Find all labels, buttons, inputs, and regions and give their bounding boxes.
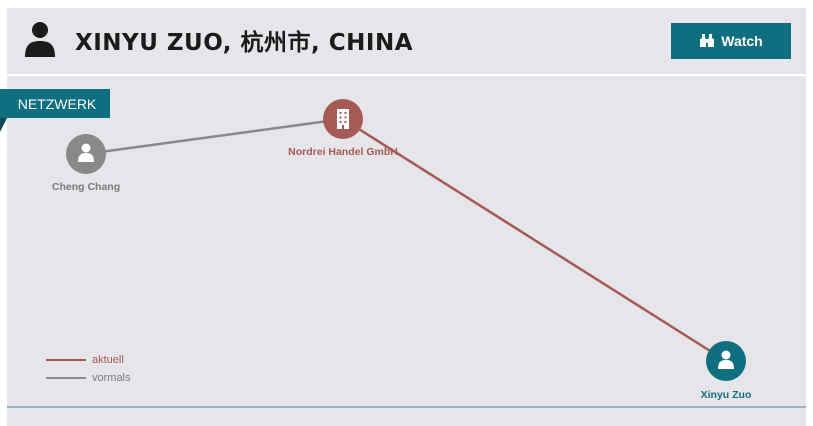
network-graph: Cheng Chang Nordrei Handel GmbH Xinyu Zu… (52, 99, 752, 401)
legend-label-current: aktuell (92, 354, 124, 366)
tab-fold (0, 118, 7, 132)
node-label-cheng-chang: Cheng Chang (52, 181, 120, 193)
legend-label-former: vormals (92, 372, 131, 384)
bottom-divider (7, 406, 806, 408)
node-label-nordrei-handel: Nordrei Handel GmbH (288, 146, 398, 158)
building-icon (337, 109, 349, 129)
legend-swatch-former (46, 377, 86, 379)
legend-item-former: vormals (46, 369, 131, 387)
network-panel: XINYU ZUO, 杭州市, CHINA Watch NETZWERK Che… (0, 8, 806, 426)
legend-item-current: aktuell (46, 351, 131, 369)
node-cheng-chang[interactable]: Cheng Chang (52, 134, 120, 193)
legend-swatch-current (46, 359, 86, 361)
node-nordrei-handel[interactable]: Nordrei Handel GmbH (288, 99, 398, 158)
node-label-xinyu-zuo: Xinyu Zuo (701, 389, 752, 401)
edge-nordrei-xinyu-zuo (342, 117, 727, 363)
legend: aktuell vormals (46, 351, 131, 387)
